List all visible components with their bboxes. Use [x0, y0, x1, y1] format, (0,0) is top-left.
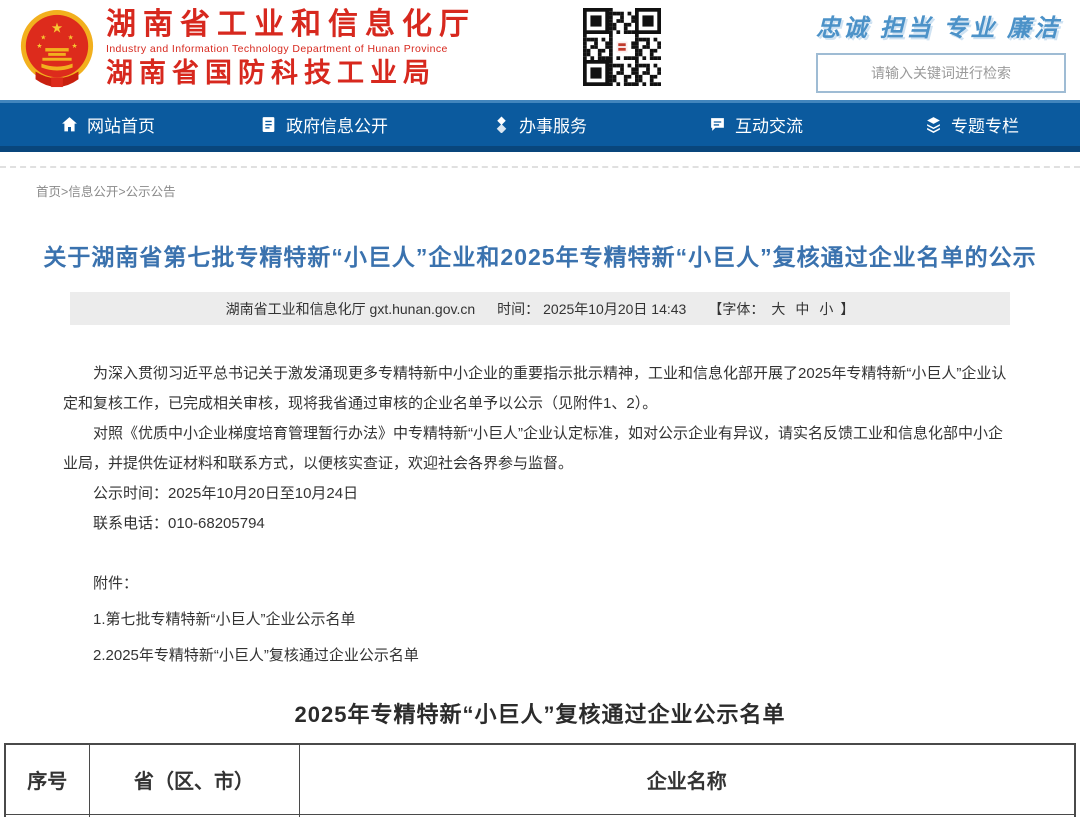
font-size-small-button[interactable]: 小 — [816, 299, 836, 319]
attachment-item-1: 1.第七批专精特新“小巨人”企业公示名单 — [63, 605, 1017, 635]
table-header-row: 序号 省（区、市） 企业名称 — [5, 744, 1075, 814]
attachments-label: 附件： — [63, 569, 1017, 599]
column-header-province: 省（区、市） — [89, 744, 299, 814]
article-body: 为深入贯彻习近平总书记关于激发涌现更多专精特新中小企业的重要指示批示精神，工业和… — [63, 359, 1017, 671]
nav-item-services[interactable]: 办事服务 — [432, 112, 648, 137]
article-paragraph: 对照《优质中小企业梯度培育管理暂行办法》中专精特新“小巨人”企业认定标准，如对公… — [63, 419, 1017, 479]
home-icon — [61, 116, 78, 133]
svg-text:★: ★ — [71, 43, 77, 50]
svg-text:★: ★ — [51, 20, 63, 35]
column-header-index: 序号 — [5, 744, 89, 814]
company-table: 序号 省（区、市） 企业名称 36 湖南省 湖南新威凌新材料有限公司 — [4, 743, 1076, 817]
column-header-company: 企业名称 — [299, 744, 1075, 814]
table-wrap: 序号 省（区、市） 企业名称 36 湖南省 湖南新威凌新材料有限公司 — [0, 743, 1080, 817]
document-icon — [260, 116, 277, 133]
main-nav: 网站首页 政府信息公开 办事服务 互动交流 专题专栏 — [0, 100, 1080, 152]
nav-item-label: 办事服务 — [519, 112, 587, 137]
qr-code — [583, 8, 661, 86]
site-header: ★ ★ ★ ★ ★ 湖南省工业和信息化厅 Industry and Inform… — [0, 0, 1080, 100]
article-contact-phone: 联系电话：010-68205794 — [63, 509, 1017, 539]
article-time: 2025年10月20日 14:43 — [543, 299, 686, 319]
font-size-medium-button[interactable]: 中 — [792, 299, 812, 319]
table-title: 2025年专精特新“小巨人”复核通过企业公示名单 — [0, 697, 1080, 729]
svg-text:★: ★ — [40, 34, 46, 41]
breadcrumb-item-home[interactable]: 首页 — [36, 185, 61, 199]
font-size-label: 【字体： — [708, 299, 764, 319]
breadcrumb-item-info[interactable]: 信息公开 — [68, 185, 118, 199]
font-size-label-close: 】 — [840, 299, 854, 319]
svg-text:★: ★ — [68, 34, 74, 41]
org-title: 湖南省工业和信息化厅 — [106, 8, 476, 42]
nav-item-label: 专题专栏 — [951, 112, 1019, 137]
article-title: 关于湖南省第七批专精特新“小巨人”企业和2025年专精特新“小巨人”复核通过企业… — [35, 238, 1045, 272]
breadcrumb: 首页>信息公开>公示公告 — [0, 166, 1080, 200]
article-time-label: 时间： — [497, 299, 539, 319]
nav-item-gov-info[interactable]: 政府信息公开 — [216, 112, 432, 137]
attachment-item-2: 2.2025年专精特新“小巨人”复核通过企业公示名单 — [63, 641, 1017, 671]
nav-item-special-topics[interactable]: 专题专栏 — [864, 112, 1080, 137]
nav-item-label: 互动交流 — [735, 112, 803, 137]
slogan-text: 忠诚 担当 专业 廉洁 — [816, 8, 1066, 43]
nav-item-interaction[interactable]: 互动交流 — [648, 112, 864, 137]
chat-icon — [709, 116, 726, 133]
nav-item-label: 网站首页 — [87, 112, 155, 137]
article-paragraph: 为深入贯彻习近平总书记关于激发涌现更多专精特新中小企业的重要指示批示精神，工业和… — [63, 359, 1017, 419]
breadcrumb-separator: > — [118, 185, 125, 199]
national-emblem-logo: ★ ★ ★ ★ ★ — [18, 6, 96, 94]
article-meta-bar: 湖南省工业和信息化厅 gxt.hunan.gov.cn 时间：2025年10月2… — [70, 292, 1010, 325]
article-publicity-period: 公示时间：2025年10月20日至10月24日 — [63, 479, 1017, 509]
nav-item-home[interactable]: 网站首页 — [0, 112, 216, 137]
article-source: 湖南省工业和信息化厅 gxt.hunan.gov.cn — [226, 299, 475, 319]
layers-icon — [925, 116, 942, 133]
org-title-english: Industry and Information Technology Depa… — [106, 42, 476, 56]
service-icon — [493, 116, 510, 133]
article: 关于湖南省第七批专精特新“小巨人”企业和2025年专精特新“小巨人”复核通过企业… — [0, 238, 1080, 671]
search-box — [816, 53, 1066, 93]
svg-text:★: ★ — [36, 43, 42, 50]
nav-item-label: 政府信息公开 — [286, 112, 388, 137]
org-title-block: 湖南省工业和信息化厅 Industry and Information Tech… — [106, 8, 476, 90]
org-title-secondary: 湖南省国防科技工业局 — [106, 56, 476, 90]
search-input[interactable] — [828, 65, 1054, 81]
breadcrumb-item-notice[interactable]: 公示公告 — [126, 185, 176, 199]
font-size-large-button[interactable]: 大 — [768, 299, 788, 319]
